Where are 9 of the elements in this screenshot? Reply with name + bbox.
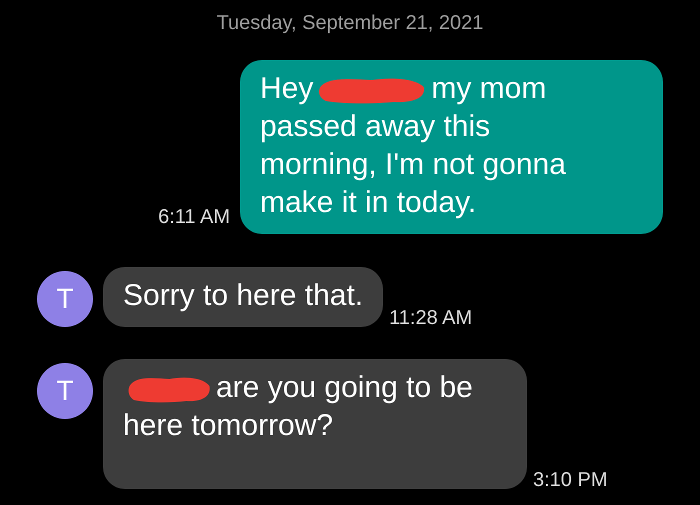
message-bubble: Sorry to here that. bbox=[103, 267, 384, 327]
message-time: 11:28 AM bbox=[389, 306, 472, 331]
message-time: 3:10 PM bbox=[533, 468, 608, 493]
date-separator: Tuesday, September 21, 2021 bbox=[216, 11, 484, 36]
message-time: 6:11 AM bbox=[158, 205, 230, 230]
avatar: T bbox=[37, 363, 93, 419]
message-bubble: Hey my mom passed away this morning, I'm not gonna make it in today. bbox=[240, 60, 663, 234]
avatar: T bbox=[37, 271, 93, 327]
message-bubble: are you going to be here tomorrow? bbox=[103, 359, 527, 489]
